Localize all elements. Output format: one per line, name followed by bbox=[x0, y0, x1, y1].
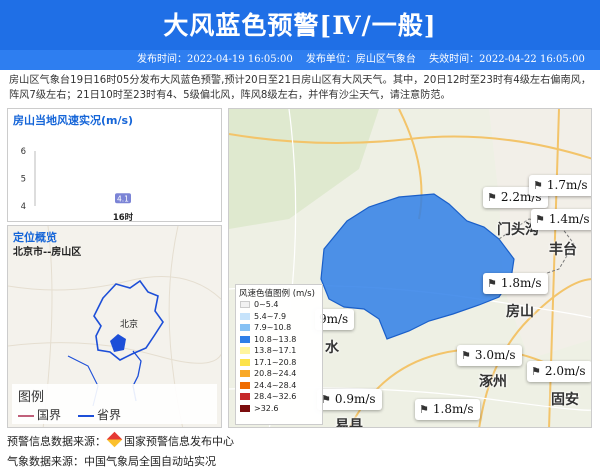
legend-row: 7.9~10.8 bbox=[236, 322, 322, 334]
place-fengtai: 丰台 bbox=[549, 242, 577, 258]
wind-chart-title: 房山当地风速实况(m/s) bbox=[13, 114, 134, 127]
wind-speed-chart: 4 5 6 4.1 16时 房山当地风速实况(m/s) bbox=[7, 108, 222, 223]
legend-row: 13.8~17.1 bbox=[236, 345, 322, 357]
color-legend-title: 风速色值图例 (m/s) bbox=[239, 289, 315, 299]
wind-label[interactable]: ⚑ 1.7m/s bbox=[529, 175, 591, 196]
wind-flag-icon: ⚑ bbox=[487, 277, 497, 290]
wind-label[interactable]: ⚑ 1.8m/s bbox=[483, 273, 548, 294]
wind-flag-icon: ⚑ bbox=[535, 213, 545, 226]
y-tick-label: 5 bbox=[21, 175, 26, 185]
legend-label: 5.4~7.9 bbox=[254, 311, 287, 321]
wind-flag-icon: ⚑ bbox=[531, 365, 541, 378]
wind-label[interactable]: ⚑ 3.0m/s bbox=[457, 345, 522, 366]
wind-value: 0.9m/s bbox=[334, 392, 376, 406]
wind-label[interactable]: ⚑ 0.9m/s bbox=[317, 389, 382, 410]
legend-row: 20.8~24.4 bbox=[236, 368, 322, 380]
warning-center-logo-icon bbox=[106, 431, 123, 448]
publish-time: 发布时间：2022-04-19 16:05:00 bbox=[137, 54, 293, 65]
warning-source-name[interactable]: 国家预警信息发布中心 bbox=[124, 435, 234, 448]
location-subtitle: 北京市--房山区 bbox=[13, 247, 82, 258]
wind-flag-icon: ⚑ bbox=[419, 403, 429, 416]
legend-label: 28.4~32.6 bbox=[254, 392, 297, 401]
warning-source: 预警信息数据来源： 国家预警信息发布中心 bbox=[7, 431, 234, 449]
data-label: 4.1 bbox=[117, 194, 129, 203]
wind-flag-icon: ⚑ bbox=[533, 179, 543, 192]
expire-time: 失效时间：2022-04-22 16:05:00 bbox=[429, 54, 585, 65]
overview-legend: 图例 国界 省界 bbox=[12, 384, 217, 424]
wind-value: 3.0m/s bbox=[474, 348, 516, 362]
legend-row: 24.4~28.4 bbox=[236, 380, 322, 392]
legend-label: 17.1~20.8 bbox=[254, 357, 297, 367]
warning-title: 大风蓝色预警[Ⅳ/一般] bbox=[163, 11, 437, 40]
legend-label: 10.8~13.8 bbox=[254, 334, 297, 344]
wind-label[interactable]: ⚑ 1.8m/s bbox=[415, 399, 480, 420]
legend-swatch bbox=[240, 324, 250, 331]
national-border-swatch bbox=[18, 414, 34, 417]
legend-label: 0~5.4 bbox=[254, 300, 279, 309]
warning-description: 房山区气象台19日16时05分发布大风蓝色预警,预计20日至21日房山区有大风天… bbox=[9, 75, 592, 101]
legend-swatch bbox=[240, 335, 250, 343]
provincial-border-swatch bbox=[78, 414, 94, 417]
legend-swatch bbox=[240, 381, 250, 389]
wind-value: 1.8m/s bbox=[500, 276, 542, 290]
place-zhuozhou: 涿州 bbox=[479, 374, 507, 390]
legend-swatch bbox=[240, 370, 250, 377]
provincial-border-label: 省界 bbox=[97, 408, 122, 422]
legend-swatch bbox=[240, 393, 250, 400]
place-fangshan: 房山 bbox=[506, 304, 534, 320]
legend-label: 20.8~24.4 bbox=[254, 369, 297, 378]
legend-row: 0~5.4 bbox=[236, 299, 322, 311]
publisher: 发布单位：房山区气象台 bbox=[305, 54, 416, 65]
legend-row: 17.1~20.8 bbox=[236, 357, 322, 369]
legend-label: 24.4~28.4 bbox=[254, 380, 297, 390]
legend-swatch bbox=[240, 312, 250, 320]
y-tick-label: 6 bbox=[21, 147, 26, 157]
district-wind-map[interactable]: 门头沟 丰台 房山 涿州 固安 水 易县 ⚑ 2.2m/s ⚑ 1.7m/s ⚑ 1.… bbox=[228, 108, 592, 428]
location-overview: 北京 定位概览 北京市--房山区 图例 国界 省界 bbox=[7, 225, 222, 428]
wind-value: 9m/s bbox=[319, 312, 349, 326]
warning-header: 大风蓝色预警[Ⅳ/一般] bbox=[0, 0, 600, 50]
legend-national-border: 国界 bbox=[18, 406, 61, 423]
legend-label: 7.9~10.8 bbox=[254, 323, 292, 332]
legend-row: >32.6 bbox=[236, 403, 322, 415]
wind-flag-icon: ⚑ bbox=[487, 191, 497, 204]
legend-row: 28.4~32.6 bbox=[236, 391, 322, 403]
legend-swatch bbox=[240, 404, 250, 412]
warning-meta-bar: 发布时间：2022-04-19 16:05:00 发布单位：房山区气象台 失效时… bbox=[0, 50, 600, 70]
wind-value: 1.4m/s bbox=[548, 212, 590, 226]
wind-label[interactable]: ⚑ 1.4m/s bbox=[531, 209, 591, 230]
wind-value: 2.0m/s bbox=[544, 364, 586, 378]
place-yixian: 易县 bbox=[335, 418, 363, 428]
legend-provincial-border: 省界 bbox=[78, 406, 121, 423]
overview-legend-title: 图例 bbox=[18, 390, 45, 405]
x-tick-label: 16时 bbox=[113, 212, 134, 223]
legend-swatch bbox=[240, 347, 250, 354]
legend-label: >32.6 bbox=[254, 403, 279, 413]
legend-swatch bbox=[240, 301, 250, 308]
place-guan: 固安 bbox=[551, 392, 579, 408]
legend-row: 10.8~13.8 bbox=[236, 334, 322, 346]
weather-source: 气象数据来源：中国气象局全国自动站实况 bbox=[7, 455, 216, 468]
y-tick-label: 4 bbox=[21, 202, 26, 212]
warning-source-label: 预警信息数据来源： bbox=[7, 435, 106, 448]
place-shui: 水 bbox=[325, 340, 339, 356]
national-border-label: 国界 bbox=[37, 408, 62, 422]
wind-label[interactable]: ⚑ 2.0m/s bbox=[527, 361, 591, 382]
beijing-label: 北京 bbox=[120, 318, 138, 330]
legend-label: 13.8~17.1 bbox=[254, 346, 297, 355]
wind-flag-icon: ⚑ bbox=[461, 349, 471, 362]
legend-swatch bbox=[240, 358, 250, 366]
wind-value: 1.8m/s bbox=[432, 402, 474, 416]
legend-row: 5.4~7.9 bbox=[236, 311, 322, 323]
wind-color-legend: 风速色值图例 (m/s) 0~5.4 5.4~7.9 7.9~10.8 10.8… bbox=[235, 284, 323, 425]
wind-value: 1.7m/s bbox=[546, 178, 588, 192]
